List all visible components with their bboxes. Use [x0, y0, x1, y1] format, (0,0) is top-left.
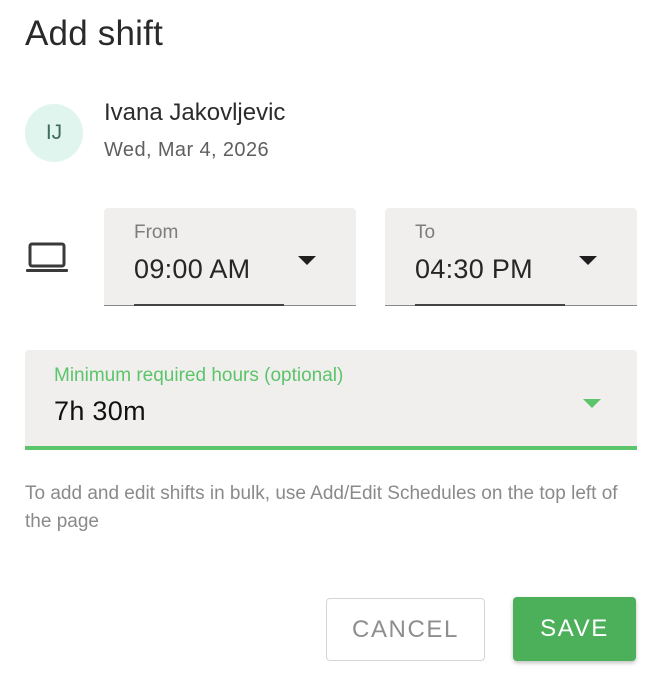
field-underline-accent — [134, 304, 284, 306]
from-time-select[interactable]: From 09:00 AM — [104, 208, 356, 306]
from-value: 09:00 AM — [134, 254, 251, 284]
field-underline-accent — [415, 304, 565, 306]
to-label: To — [415, 222, 436, 243]
caret-down-icon — [298, 256, 316, 265]
avatar-initials: IJ — [45, 121, 63, 144]
user-name: Ivana Jakovljevic — [104, 99, 286, 126]
cancel-button[interactable]: CANCEL — [326, 598, 485, 661]
minimum-hours-value: 7h 30m — [54, 396, 146, 426]
to-value: 04:30 PM — [415, 254, 533, 284]
caret-down-icon — [583, 399, 601, 408]
caret-down-icon — [579, 256, 597, 265]
from-label: From — [134, 222, 179, 243]
add-shift-dialog: Add shift IJ Ivana Jakovljevic Wed, Mar … — [0, 0, 662, 686]
field-underline-focused — [25, 446, 637, 450]
shift-date: Wed, Mar 4, 2026 — [104, 139, 270, 161]
minimum-hours-select[interactable]: Minimum required hours (optional) 7h 30m — [25, 350, 637, 450]
minimum-hours-label: Minimum required hours (optional) — [54, 365, 344, 386]
to-time-select[interactable]: To 04:30 PM — [385, 208, 637, 306]
save-button[interactable]: SAVE — [513, 597, 636, 661]
avatar: IJ — [25, 104, 83, 162]
laptop-icon — [26, 242, 68, 272]
helper-text: To add and edit shifts in bulk, use Add/… — [25, 483, 618, 532]
dialog-title: Add shift — [25, 14, 163, 53]
